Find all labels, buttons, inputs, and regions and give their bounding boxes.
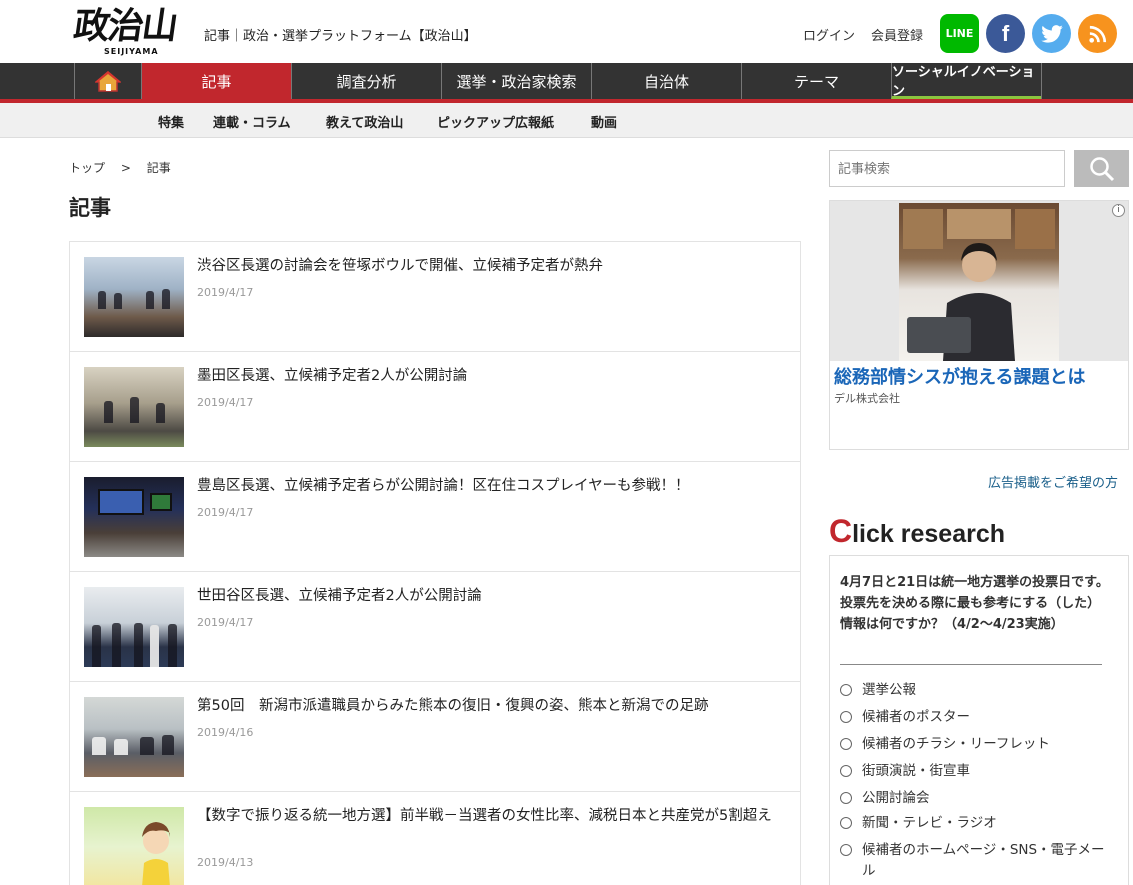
breadcrumb-separator: > — [120, 161, 131, 175]
article-thumbnail[interactable] — [84, 807, 184, 885]
article-title[interactable]: 豊島区長選、立候補予定者らが公開討論！区在住コスプレイヤーも参戦！！ — [197, 476, 787, 497]
article-item[interactable]: 世田谷区長選、立候補予定者2人が公開討論 2019/4/17 — [70, 572, 800, 682]
breadcrumb-home[interactable]: トップ — [69, 161, 105, 175]
poll-option[interactable]: 候補者のチラシ・リーフレット — [840, 734, 1105, 755]
nav-municipality[interactable]: 自治体 — [591, 63, 741, 99]
article-title[interactable]: 世田谷区長選、立候補予定者2人が公開討論 — [197, 586, 787, 607]
click-research-initial: C — [829, 513, 853, 549]
radio-button[interactable] — [840, 738, 852, 750]
nav-theme[interactable]: テーマ — [741, 63, 891, 99]
site-logo[interactable]: 政治山 SEIJIYAMA — [71, 5, 194, 57]
article-thumbnail[interactable] — [84, 697, 184, 777]
article-date: 2019/4/13 — [197, 856, 254, 869]
poll-option-label: 街頭演説・街宣車 — [862, 763, 970, 779]
article-thumbnail[interactable] — [84, 587, 184, 667]
poll-divider — [840, 664, 1102, 665]
poll-option-label: 公開討論会 — [862, 790, 930, 806]
ad-inquiry-link[interactable]: 広告掲載をご希望の方 — [988, 472, 1118, 491]
article-item[interactable]: 【数字で振り返る統一地方選】前半戦－当選者の女性比率、減税日本と共産党が5割超え… — [70, 792, 800, 885]
article-date: 2019/4/17 — [197, 506, 254, 519]
poll-option-label: 選挙公報 — [862, 682, 916, 698]
radio-button[interactable] — [840, 684, 852, 696]
breadcrumb-current: 記事 — [146, 161, 171, 175]
twitter-icon[interactable] — [1032, 14, 1071, 53]
rss-icon[interactable] — [1078, 14, 1117, 53]
poll-option[interactable]: 選挙公報 — [840, 680, 1105, 701]
article-item[interactable]: 第50回 新潟市派遣職員からみた熊本の復旧・復興の姿、熊本と新潟での足跡 201… — [70, 682, 800, 792]
article-item[interactable]: 墨田区長選、立候補予定者2人が公開討論 2019/4/17 — [70, 352, 800, 462]
radio-button[interactable] — [840, 711, 852, 723]
search-icon — [1089, 156, 1114, 181]
subnav-ask-seijiyama[interactable]: 教えて政治山 — [326, 112, 403, 131]
login-link[interactable]: ログイン — [803, 25, 855, 44]
nav-social-innovation[interactable]: ソーシャルイノベーション — [891, 63, 1041, 99]
article-item[interactable]: 渋谷区長選の討論会を笹塚ボウルで開催、立候補予定者が熱弁 2019/4/17 — [70, 242, 800, 352]
subnav-feature[interactable]: 特集 — [158, 112, 184, 131]
site-header: 政治山 SEIJIYAMA 記事｜政治・選挙プラットフォーム【政治山】 ログイン… — [0, 0, 1133, 63]
radio-button[interactable] — [840, 817, 852, 829]
search-button[interactable] — [1074, 150, 1129, 187]
article-date: 2019/4/17 — [197, 396, 254, 409]
nav-articles[interactable]: 記事 — [141, 63, 291, 99]
article-search-input[interactable] — [829, 150, 1065, 187]
facebook-icon[interactable]: f — [986, 14, 1025, 53]
nav-divider — [1041, 63, 1042, 99]
article-title[interactable]: 第50回 新潟市派遣職員からみた熊本の復旧・復興の姿、熊本と新潟での足跡 — [197, 696, 787, 717]
poll-option-label: 候補者のポスター — [862, 709, 970, 725]
logo-subtext: SEIJIYAMA — [104, 47, 159, 56]
nav-home[interactable] — [74, 63, 141, 99]
radio-button[interactable] — [840, 765, 852, 777]
breadcrumb: トップ > 記事 — [69, 159, 183, 176]
main-nav: 記事 調査分析 選挙・政治家検索 自治体 テーマ ソーシャルイノベーション — [0, 63, 1133, 103]
article-list: 渋谷区長選の討論会を笹塚ボウルで開催、立候補予定者が熱弁 2019/4/17 墨… — [69, 241, 801, 885]
article-date: 2019/4/16 — [197, 726, 254, 739]
signup-link[interactable]: 会員登録 — [871, 25, 923, 44]
ad-info-icon[interactable]: i — [1112, 204, 1125, 217]
ad-image[interactable] — [899, 203, 1059, 361]
poll-question: 4月7日と21日は統一地方選挙の投票日です。投票先を決める際に最も参考にする（し… — [840, 575, 1109, 632]
article-title[interactable]: 【数字で振り返る統一地方選】前半戦－当選者の女性比率、減税日本と共産党が5割超え — [197, 806, 787, 827]
subnav-column[interactable]: 連載・コラム — [213, 112, 291, 131]
poll-option-label: 候補者のチラシ・リーフレット — [862, 736, 1050, 752]
site-tagline: 記事｜政治・選挙プラットフォーム【政治山】 — [204, 29, 477, 44]
article-thumbnail[interactable] — [84, 477, 184, 557]
poll-option[interactable]: 候補者のポスター — [840, 707, 1105, 728]
article-item[interactable]: 豊島区長選、立候補予定者らが公開討論！区在住コスプレイヤーも参戦！！ 2019/… — [70, 462, 800, 572]
click-research-title: Click research — [829, 513, 1005, 550]
article-title[interactable]: 墨田区長選、立候補予定者2人が公開討論 — [197, 366, 787, 387]
ad-headline[interactable]: 総務部情シスが抱える課題とは — [834, 363, 1085, 389]
article-thumbnail[interactable] — [84, 367, 184, 447]
sidebar-ad[interactable]: i 総務部情シスが抱える課題とは デル株式会社 — [829, 200, 1129, 450]
article-date: 2019/4/17 — [197, 616, 254, 629]
poll-option-label: 候補者のホームページ・SNS・電子メール — [862, 842, 1105, 879]
sub-nav: 特集 連載・コラム 教えて政治山 ピックアップ広報紙 動画 — [0, 103, 1133, 138]
click-research-rest: lick research — [852, 520, 1006, 548]
poll-option[interactable]: 街頭演説・街宣車 — [840, 761, 1105, 782]
home-icon — [95, 71, 121, 92]
poll-option[interactable]: 公開討論会 — [840, 788, 1105, 809]
logo-text: 政治山 — [71, 5, 179, 47]
poll-option-label: 新聞・テレビ・ラジオ — [862, 815, 997, 831]
poll-box: 4月7日と21日は統一地方選挙の投票日です。投票先を決める際に最も参考にする（し… — [829, 555, 1129, 885]
radio-button[interactable] — [840, 844, 852, 856]
subnav-video[interactable]: 動画 — [591, 112, 617, 131]
radio-button[interactable] — [840, 792, 852, 804]
poll-option[interactable]: 候補者のホームページ・SNS・電子メール — [840, 840, 1105, 882]
article-thumbnail[interactable] — [84, 257, 184, 337]
nav-research[interactable]: 調査分析 — [291, 63, 441, 99]
article-title[interactable]: 渋谷区長選の討論会を笹塚ボウルで開催、立候補予定者が熱弁 — [197, 256, 787, 277]
line-icon[interactable]: LINE — [940, 14, 979, 53]
article-date: 2019/4/17 — [197, 286, 254, 299]
subnav-pickup-pr[interactable]: ピックアップ広報紙 — [437, 112, 554, 131]
page-title: 記事 — [69, 196, 111, 220]
ad-company: デル株式会社 — [834, 392, 900, 405]
poll-option[interactable]: 新聞・テレビ・ラジオ — [840, 813, 1105, 834]
nav-election-search[interactable]: 選挙・政治家検索 — [441, 63, 591, 99]
